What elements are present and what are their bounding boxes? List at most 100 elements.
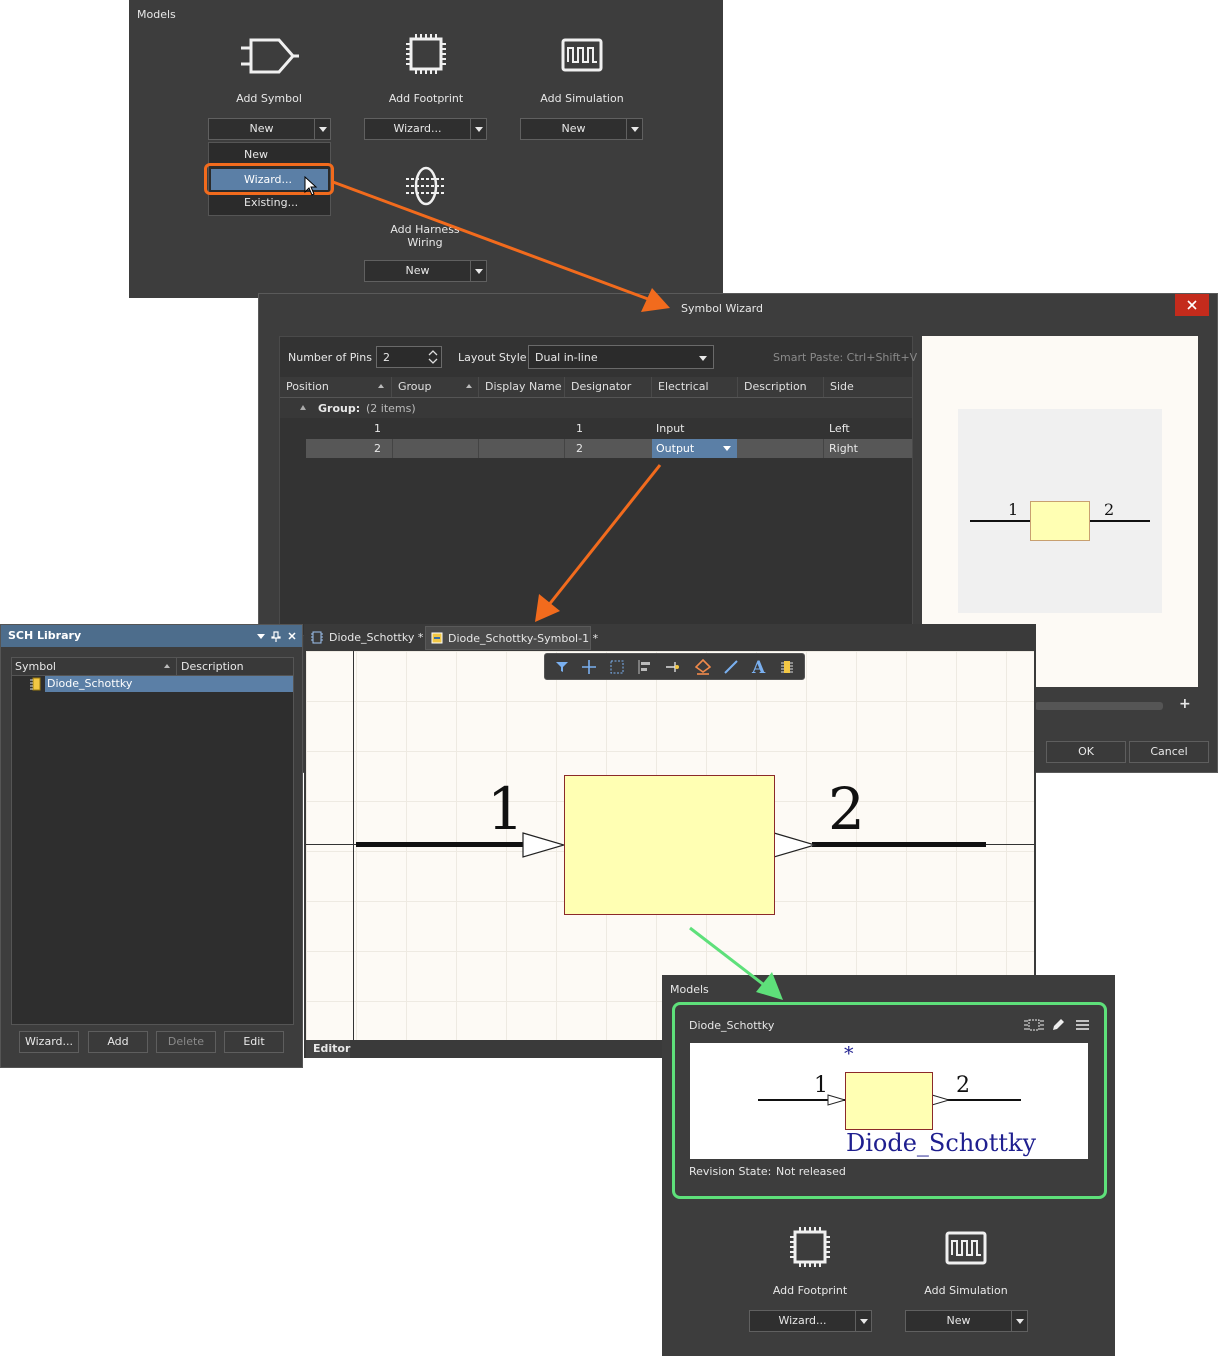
add-footprint-button-label[interactable]: Wizard... [750,1311,855,1331]
add-footprint-split-button[interactable]: Wizard... [749,1310,872,1332]
preview-zoom-track[interactable] [1035,702,1163,710]
library-delete-button[interactable]: Delete [156,1031,216,1053]
editor-bottom-tab[interactable]: Editor [306,1040,350,1058]
move-icon[interactable] [582,660,596,674]
edit-pencil-icon[interactable] [1051,1018,1065,1032]
models-panel-bottom: Models Diode_Schottky * 1 2 Diode_Schott… [662,975,1115,1356]
symbol-gate-icon[interactable] [239,36,299,76]
col-electrical-type[interactable]: Electrical Type [652,377,738,413]
pins-value[interactable]: 2 [383,351,390,364]
align-icon[interactable] [638,660,652,674]
simulation-wave-icon[interactable] [561,38,603,72]
pin-right-number: 2 [956,1073,970,1098]
models-title: Models [670,983,709,996]
electrical-type-select[interactable]: Output [652,439,737,458]
table-row[interactable]: 2 2 Output Right [306,439,912,458]
col-display-name[interactable]: Display Name [479,377,565,397]
tab-label[interactable]: Diode_Schottky-Symbol-1 * [448,632,598,645]
models-panel-top: Models Add Symbol New Add Footprint Wiza… [129,0,723,298]
select-rect-icon[interactable] [610,660,624,674]
col-description[interactable]: Description [181,660,244,673]
menu-item-existing[interactable]: Existing... [244,196,298,209]
close-icon[interactable] [1187,300,1197,310]
line-icon[interactable] [724,660,738,674]
sort-up-icon [466,384,472,388]
add-footprint-button-label[interactable]: Wizard... [365,119,470,139]
add-footprint-split-button[interactable]: Wizard... [364,118,487,140]
pin-map-icon[interactable] [1024,1019,1044,1031]
add-simulation-split-button[interactable]: New [520,118,643,140]
close-icon[interactable] [288,632,296,640]
zoom-in-icon[interactable]: + [1179,696,1191,712]
symbol-doc-icon [431,632,443,644]
add-harness-split-button[interactable]: New [364,260,487,282]
add-simulation-button-label[interactable]: New [521,119,626,139]
layout-select[interactable]: Dual in-line [528,345,714,369]
place-pin-icon[interactable] [666,660,680,674]
library-edit-button[interactable]: Edit [224,1031,284,1053]
harness-wiring-icon[interactable] [404,166,448,206]
pins-label: Number of Pins [288,351,372,364]
tab-label[interactable]: Diode_Schottky * [329,631,423,644]
menu-item-new[interactable]: New [244,148,268,161]
library-add-button[interactable]: Add [88,1031,148,1053]
tab-diode-schottky[interactable]: Diode_Schottky * [308,627,423,649]
add-harness-button-label[interactable]: New [365,261,470,281]
editor-bottom-tab-label[interactable]: Editor [313,1042,350,1055]
panel-menu-icon[interactable] [257,634,265,639]
cell-position[interactable]: 2 [374,439,381,458]
col-position[interactable]: Position [280,377,392,397]
chevron-down-icon[interactable] [470,119,486,139]
add-simulation-button-label[interactable]: New [906,1311,1011,1331]
menu-icon[interactable] [1076,1020,1089,1030]
chevron-down-icon[interactable] [855,1311,871,1331]
col-symbol[interactable]: Symbol [15,660,56,673]
cell-side[interactable]: Left [829,419,850,438]
pins-stepper[interactable]: 2 [376,346,442,368]
symbol-body[interactable] [564,775,775,915]
list-item[interactable]: Diode_Schottky [45,676,293,692]
footprint-chip-icon[interactable] [405,33,447,75]
pin-icon[interactable] [271,631,281,642]
text-icon[interactable]: A [751,658,767,675]
add-symbol-split-button[interactable]: New [208,118,331,140]
component-icon[interactable] [781,660,793,674]
col-divider [176,658,177,675]
cell-position[interactable]: 1 [374,419,381,438]
chevron-down-icon[interactable] [1011,1311,1027,1331]
simulation-wave-icon[interactable] [945,1231,987,1265]
wizard-title: Symbol Wizard [681,302,763,315]
cell-designator[interactable]: 2 [576,439,583,458]
revision-value: Not released [776,1165,846,1178]
table-row[interactable]: 1 1 Input Left [306,419,912,438]
col-side[interactable]: Side [824,377,912,397]
col-description[interactable]: Description [738,377,824,397]
cell-side[interactable]: Right [829,439,858,458]
chevron-down-icon[interactable] [314,119,330,139]
group-row[interactable]: Group: (2 items) [280,398,912,418]
preview-pin-right-number: 2 [1104,500,1115,519]
ok-button[interactable]: OK [1046,741,1126,763]
add-simulation-split-button[interactable]: New [905,1310,1028,1332]
col-designator[interactable]: Designator [565,377,652,397]
footprint-chip-icon[interactable] [789,1226,831,1268]
close-button[interactable] [1175,294,1209,316]
chevron-down-icon[interactable] [699,356,707,361]
add-symbol-button-label[interactable]: New [209,119,314,139]
tab-diode-schottky-symbol[interactable]: Diode_Schottky-Symbol-1 * [425,626,598,650]
shape-icon[interactable] [695,659,711,675]
cell-electrical-type[interactable]: Output [656,439,694,458]
cell-electrical-type[interactable]: Input [656,419,684,438]
cancel-button[interactable]: Cancel [1129,741,1209,763]
layout-value[interactable]: Dual in-line [535,351,598,364]
collapse-icon[interactable] [300,405,306,410]
chevron-down-icon[interactable] [626,119,642,139]
filter-icon[interactable] [556,661,568,673]
cell-designator[interactable]: 1 [576,419,583,438]
stepper-arrows-icon[interactable] [428,350,438,364]
list-item-label[interactable]: Diode_Schottky [47,677,132,690]
chevron-down-icon[interactable] [470,261,486,281]
chevron-down-icon[interactable] [723,446,731,451]
library-wizard-button[interactable]: Wizard... [19,1031,79,1053]
cell-divider [392,439,393,458]
